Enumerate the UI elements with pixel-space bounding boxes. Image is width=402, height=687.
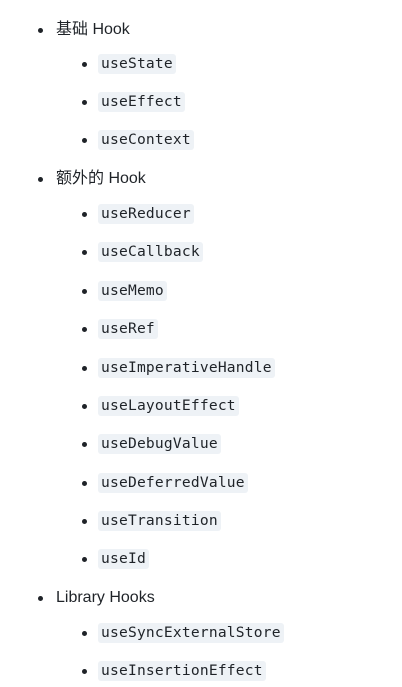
hook-item-usedeferredvalue: useDeferredValue xyxy=(98,473,248,493)
section-title-additional-hooks: 额外的 Hook xyxy=(56,170,146,187)
item-bullet xyxy=(82,669,87,674)
hook-item-usememo: useMemo xyxy=(98,281,167,301)
hook-item-useinsertioneffect: useInsertionEffect xyxy=(98,661,266,681)
hook-item-useid: useId xyxy=(98,549,149,569)
hook-item-uselayouteffect: useLayoutEffect xyxy=(98,396,239,416)
section-title-library-hooks: Library Hooks xyxy=(56,589,155,606)
section-bullet xyxy=(38,596,43,601)
hook-item-usereducer: useReducer xyxy=(98,204,194,224)
item-bullet xyxy=(82,327,87,332)
hook-item-useimperativehandle: useImperativeHandle xyxy=(98,358,275,378)
item-bullet xyxy=(82,250,87,255)
hook-item-usetransition: useTransition xyxy=(98,511,221,531)
hooks-list-document: 基础 Hook useState useEffect useContext 额外… xyxy=(0,0,402,687)
item-bullet xyxy=(82,557,87,562)
section-title-basic-hooks: 基础 Hook xyxy=(56,21,130,38)
item-bullet xyxy=(82,100,87,105)
item-bullet xyxy=(82,212,87,217)
item-bullet xyxy=(82,289,87,294)
hook-item-usecontext: useContext xyxy=(98,130,194,150)
section-bullet xyxy=(38,177,43,182)
item-bullet xyxy=(82,442,87,447)
item-bullet xyxy=(82,481,87,486)
item-bullet xyxy=(82,404,87,409)
hook-item-useeffect: useEffect xyxy=(98,92,185,112)
hook-item-usestate: useState xyxy=(98,54,176,74)
hook-item-usesyncexternalstore: useSyncExternalStore xyxy=(98,623,284,643)
item-bullet xyxy=(82,366,87,371)
item-bullet xyxy=(82,519,87,524)
hook-item-useref: useRef xyxy=(98,319,158,339)
item-bullet xyxy=(82,138,87,143)
item-bullet xyxy=(82,631,87,636)
hook-item-usedebugvalue: useDebugValue xyxy=(98,434,221,454)
item-bullet xyxy=(82,62,87,67)
hook-item-usecallback: useCallback xyxy=(98,242,203,262)
section-bullet xyxy=(38,28,43,33)
